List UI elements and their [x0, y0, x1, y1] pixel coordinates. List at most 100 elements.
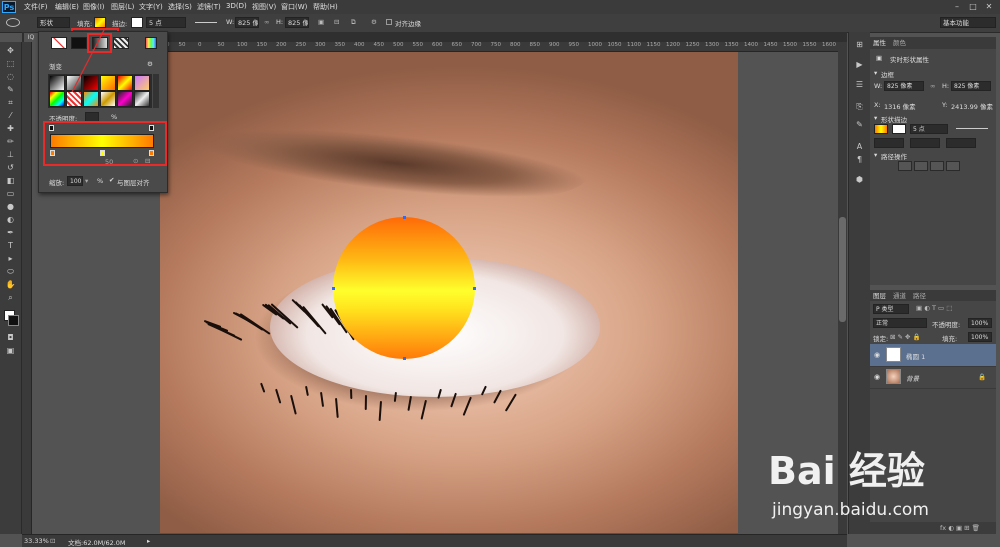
stamp-tool-icon[interactable]: ⊥: [5, 150, 16, 159]
crop-tool-icon[interactable]: ⌗: [5, 98, 16, 107]
menu-window[interactable]: 窗口(W): [281, 2, 307, 12]
preset-violet-orange[interactable]: [134, 75, 150, 91]
quick-select-tool-icon[interactable]: ✎: [5, 85, 16, 94]
color-stop-right[interactable]: [149, 150, 154, 156]
hand-tool-icon[interactable]: ✋: [5, 280, 16, 289]
presets-scrollbar[interactable]: [153, 74, 159, 108]
expand-icon[interactable]: ▾: [874, 114, 877, 122]
shape-fill-swatch[interactable]: [874, 124, 888, 134]
dodge-tool-icon[interactable]: ◐: [5, 215, 16, 224]
layer-name[interactable]: 椭圆 1: [906, 351, 925, 361]
minimize-icon[interactable]: –: [950, 1, 964, 12]
stroke-style-select[interactable]: [956, 128, 988, 129]
width-field[interactable]: 825 像素: [235, 17, 259, 28]
scrollbar-thumb[interactable]: [839, 217, 846, 322]
healing-tool-icon[interactable]: ✚: [5, 124, 16, 133]
link-dimensions-icon[interactable]: ∞: [930, 82, 935, 90]
combine-shapes-button[interactable]: [898, 161, 912, 171]
marquee-tool-icon[interactable]: ⬚: [5, 59, 16, 68]
workspace-select[interactable]: 基本功能: [940, 17, 996, 28]
stroke-swatch[interactable]: [131, 17, 143, 28]
stroke-cap-select[interactable]: [910, 138, 940, 148]
layer-actions-icons[interactable]: fx ◐ ▣ ⊞ 🗑: [940, 524, 980, 532]
shape-y-value[interactable]: 2413.99 像素: [951, 101, 993, 111]
paragraph-panel-icon[interactable]: ¶: [854, 155, 865, 165]
filter-icons[interactable]: ▣ ◐ T ▭ ⬚: [916, 304, 952, 312]
layer-fill-field[interactable]: 100%: [968, 332, 992, 342]
mode-select[interactable]: 形状: [37, 17, 70, 28]
shape-stroke-width[interactable]: 5 点: [910, 124, 948, 134]
zoom-tool-icon[interactable]: ⌕: [5, 293, 16, 302]
blend-mode-select[interactable]: 正常: [873, 318, 927, 328]
layer-kind-filter[interactable]: P 类型: [873, 304, 909, 314]
visibility-eye-icon[interactable]: ◉: [874, 373, 882, 381]
path-ops-icon[interactable]: ▣: [318, 18, 324, 26]
3d-panel-icon[interactable]: ⬢: [854, 175, 865, 185]
color-stop-mid[interactable]: [100, 150, 105, 156]
color-stop-left[interactable]: [50, 150, 55, 156]
anchor-point-left[interactable]: [332, 287, 335, 290]
expand-icon[interactable]: ▾: [874, 69, 877, 77]
eyedropper-tool-icon[interactable]: ⁄: [5, 111, 16, 120]
lasso-tool-icon[interactable]: ◌: [5, 72, 16, 81]
menu-filter[interactable]: 滤镜(T): [197, 2, 221, 12]
menu-image[interactable]: 图像(I): [83, 2, 105, 12]
fill-swatch[interactable]: [94, 17, 106, 28]
opacity-stop-left[interactable]: [49, 125, 54, 131]
pattern-fill-button[interactable]: [113, 37, 129, 49]
path-align-icon[interactable]: ⊟: [334, 18, 339, 26]
status-menu-arrow-icon[interactable]: ▸: [147, 537, 150, 545]
scale-dropdown-icon[interactable]: ▾: [85, 177, 88, 185]
pen-tool-icon[interactable]: ✒: [5, 228, 16, 237]
eraser-tool-icon[interactable]: ◧: [5, 176, 16, 185]
anchor-point-top[interactable]: [403, 216, 406, 219]
menu-3d[interactable]: 3D(D): [226, 2, 247, 10]
align-edges-checkbox[interactable]: [386, 19, 392, 25]
actions-panel-icon[interactable]: ▶: [854, 60, 865, 70]
gradient-settings-gear-icon[interactable]: ⚙: [147, 60, 153, 68]
layer-row-ellipse[interactable]: ◉ 椭圆 1: [870, 344, 996, 367]
intersect-shape-button[interactable]: [930, 161, 944, 171]
type-tool-icon[interactable]: T: [5, 241, 16, 250]
anchor-point-right[interactable]: [473, 287, 476, 290]
align-layer-checkbox[interactable]: ✔: [109, 176, 114, 184]
color-picker-button[interactable]: [145, 37, 157, 49]
clone-source-icon[interactable]: ⎘: [854, 102, 865, 112]
tab-channels[interactable]: 通道: [893, 291, 906, 301]
menu-type[interactable]: 文字(Y): [139, 2, 163, 12]
quick-mask-icon[interactable]: ◘: [5, 333, 16, 342]
height-field[interactable]: 825 像素: [285, 17, 309, 28]
preset-magenta[interactable]: [117, 91, 133, 107]
menu-help[interactable]: 帮助(H): [313, 2, 338, 12]
tab-paths[interactable]: 路径: [913, 291, 926, 301]
ellipse-shape-tool-icon[interactable]: ⬭: [5, 267, 16, 276]
shape-x-value[interactable]: 1316 像素: [884, 101, 916, 111]
delete-stop-icon[interactable]: ⊟: [145, 157, 150, 165]
midpoint-icon[interactable]: ⊙: [133, 157, 138, 165]
stroke-width-field[interactable]: 5 点: [146, 17, 186, 28]
stroke-type-icon[interactable]: [195, 22, 217, 23]
expand-icon[interactable]: ▾: [874, 151, 877, 159]
path-arrange-icon[interactable]: ⧉: [351, 18, 356, 27]
menu-file[interactable]: 文件(F): [24, 2, 48, 12]
adjustments-panel-icon[interactable]: ☰: [854, 80, 865, 90]
link-icon[interactable]: ∞: [264, 18, 269, 26]
shape-stroke-swatch[interactable]: [892, 124, 906, 134]
exclude-shape-button[interactable]: [946, 161, 960, 171]
menu-layer[interactable]: 图层(L): [111, 2, 134, 12]
menu-select[interactable]: 选择(S): [168, 2, 192, 12]
menu-edit[interactable]: 编辑(E): [55, 2, 79, 12]
gradient-tool-icon[interactable]: ▭: [5, 189, 16, 198]
scale-field[interactable]: 100: [67, 176, 83, 186]
close-icon[interactable]: ✕: [982, 1, 996, 12]
status-info-icon[interactable]: ⊡: [50, 537, 55, 545]
subtract-shape-button[interactable]: [914, 161, 928, 171]
preset-silver[interactable]: [134, 91, 150, 107]
document-tab[interactable]: IQ: [24, 33, 38, 42]
path-select-tool-icon[interactable]: ▸: [5, 254, 16, 263]
tab-layers[interactable]: 图层: [873, 291, 886, 301]
lock-icons[interactable]: ⊠ ✎ ✥ 🔒: [890, 333, 921, 341]
opacity-stop-right[interactable]: [149, 125, 154, 131]
document-canvas[interactable]: [160, 52, 738, 533]
anchor-point-bottom[interactable]: [403, 357, 406, 360]
